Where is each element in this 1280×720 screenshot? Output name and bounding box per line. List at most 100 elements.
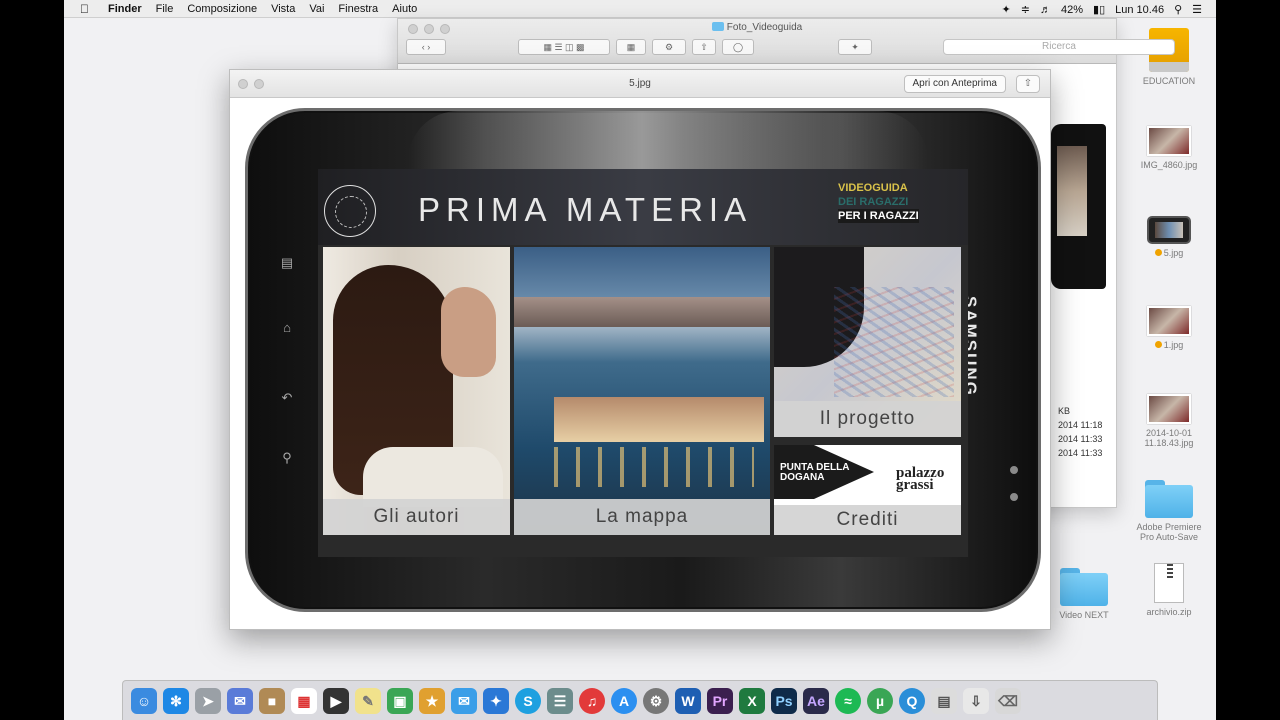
dropbox-dock-icon[interactable]: ✦ [483,687,509,714]
action-gear-icon[interactable]: ⚙ [652,39,686,55]
menu-vista[interactable]: Vista [271,3,295,15]
messages-dock-icon[interactable]: ✉ [451,687,477,714]
system-preferences-dock-icon[interactable]: ⚙ [643,687,669,714]
menu-bar:  Finder File Composizione Vista Vai Fin… [64,0,1216,18]
finder-date: 2014 11:18 [1058,420,1103,430]
photos-dock-icon[interactable]: ★ [419,687,445,714]
menu-file[interactable]: File [156,3,174,15]
view-mode-buttons[interactable]: ▦ ☰ ◫ ▩ [518,39,610,55]
right-letterbox [1216,0,1280,720]
left-letterbox [0,0,64,720]
menu-vai[interactable]: Vai [309,3,324,15]
launchpad-dock-icon[interactable]: ➤ [195,687,221,714]
desktop-item-img4860[interactable]: IMG_4860.jpg [1134,126,1204,170]
excel-dock-icon[interactable]: X [739,687,765,714]
search-input[interactable]: Ricerca [943,39,1175,55]
photo-icon [1147,126,1191,156]
document-dock-icon[interactable]: ▤ [931,687,957,714]
tablet-photo-icon [1147,216,1191,244]
tile-il-progetto[interactable]: Il progetto [774,247,961,437]
tile-caption: Il progetto [774,401,961,437]
desktop-item-1jpg[interactable]: 1.jpg [1134,306,1204,350]
quicktime-dock-icon[interactable]: Q [899,687,925,714]
palazzo-grassi-logo: palazzo grassi [896,465,945,493]
tile-crediti[interactable]: PUNTA DELLA DOGANA palazzo grassi Credit… [774,445,961,535]
back-forward-button[interactable]: ‹ › [406,39,446,55]
calendar-dock-icon[interactable]: ▦ [291,687,317,714]
tile-caption: Crediti [774,505,961,535]
itunes-dock-icon[interactable]: ♫ [579,687,605,714]
volume-status-icon[interactable]: ♬ [1040,4,1051,16]
menu-composizione[interactable]: Composizione [187,3,257,15]
finder-dock-icon[interactable]: ☺ [131,687,157,714]
app-dock-icon[interactable]: ☰ [547,687,573,714]
tag-icon[interactable]: ◯ [722,39,754,55]
folder-icon [1145,480,1193,518]
videoguida-badge: VIDEOGUIDA DEI RAGAZZI PER I RAGAZZI [838,182,919,223]
home-hw-icon: ⌂ [283,320,291,335]
menu-finder[interactable]: Finder [108,3,142,15]
finder-date: 2014 11:33 [1058,434,1103,444]
finder-title: Foto_Videoguida [726,22,803,33]
premiere-dock-icon[interactable]: Pr [707,687,733,714]
share-icon[interactable]: ⇧ [1016,75,1040,93]
video-editor-dock-icon[interactable]: ▶ [323,687,349,714]
menu-hw-icon: ▤ [280,255,294,270]
finder-preview-thumbnail [1051,124,1106,289]
clock[interactable]: Lun 10.46 [1115,4,1164,16]
trash-dock-icon[interactable]: ⌫ [995,687,1021,714]
desktop-item-zip[interactable]: archivio.zip [1134,563,1204,617]
tile-caption: La mappa [514,499,770,535]
arrange-button[interactable]: ▦ [616,39,646,55]
quicklook-window[interactable]: 5.jpg Apri con Anteprima ⇧ ▤ ⌂ ↶ ⚲ SAMSU… [229,69,1051,630]
spotify-dock-icon[interactable]: ≈ [835,687,861,714]
prima-materia-logo-icon [324,185,376,237]
search-hw-icon: ⚲ [282,450,292,465]
word-dock-icon[interactable]: W [675,687,701,714]
tile-gli-autori[interactable]: Gli autori [323,247,510,535]
facetime-dock-icon[interactable]: ▣ [387,687,413,714]
punta-della-dogana-text: PUNTA DELLA DOGANA [780,462,850,483]
menu-finestra[interactable]: Finestra [338,3,378,15]
dropbox-icon[interactable]: ✦ [838,39,872,55]
dropbox-status-icon[interactable]: ✦ [1002,3,1011,16]
battery-percent[interactable]: 42% [1061,4,1083,16]
downloads-dock-icon[interactable]: ⇩ [963,687,989,714]
app-title: PRIMA MATERIA [418,191,753,228]
app-screen: PRIMA MATERIA VIDEOGUIDA DEI RAGAZZI PER… [318,169,968,557]
desktop-item-premiere-autosave[interactable]: Adobe Premiere Pro Auto-Save [1134,480,1204,542]
wifi-status-icon[interactable]: ≑ [1021,3,1030,16]
dock: ☺ ✻ ➤ ✉ ■ ▦ ▶ ✎ ▣ ★ ✉ ✦ S ☰ ♫ A ⚙ W Pr X… [122,680,1158,720]
mac-desktop:  Finder File Composizione Vista Vai Fin… [64,0,1216,720]
desktop-item-5jpg[interactable]: 5.jpg [1134,216,1204,258]
desktop-item-education[interactable]: EDUCATION [1134,28,1204,86]
notes-dock-icon[interactable]: ✎ [355,687,381,714]
sensor-dot [1010,493,1018,501]
safari-dock-icon[interactable]: ✻ [163,687,189,714]
contacts-dock-icon[interactable]: ■ [259,687,285,714]
apple-menu-icon[interactable]:  [80,2,89,16]
app-store-dock-icon[interactable]: A [611,687,637,714]
battery-icon[interactable]: ▮▯ [1093,3,1105,16]
utorrent-dock-icon[interactable]: µ [867,687,893,714]
finder-date: 2014 11:33 [1058,448,1103,458]
mail-dock-icon[interactable]: ✉ [227,687,253,714]
orange-tag-icon [1154,249,1162,256]
share-icon[interactable]: ⇧ [692,39,716,55]
spotlight-search-icon[interactable]: ⚲ [1174,3,1182,16]
folder-icon [1060,568,1108,606]
photo-icon [1147,306,1191,336]
quicklook-titlebar[interactable]: 5.jpg Apri con Anteprima ⇧ [230,70,1050,98]
photo-icon [1147,394,1191,424]
tile-la-mappa[interactable]: La mappa [514,247,770,535]
photoshop-dock-icon[interactable]: Ps [771,687,797,714]
notification-center-icon[interactable]: ☰ [1192,3,1202,16]
app-header: PRIMA MATERIA VIDEOGUIDA DEI RAGAZZI PER… [318,169,968,245]
menu-aiuto[interactable]: Aiuto [392,3,417,15]
after-effects-dock-icon[interactable]: Ae [803,687,829,714]
open-with-preview-button[interactable]: Apri con Anteprima [903,75,1006,93]
finder-titlebar[interactable]: Foto_Videoguida ‹ › ▦ ☰ ◫ ▩ ▦ ⚙ ⇧ ◯ ✦ Ri… [398,19,1175,64]
desktop-item-2014-photo[interactable]: 2014-10-01 11.18.43.jpg [1134,394,1204,448]
desktop-item-video-next[interactable]: Video NEXT [1049,568,1119,620]
skype-dock-icon[interactable]: S [515,687,541,714]
